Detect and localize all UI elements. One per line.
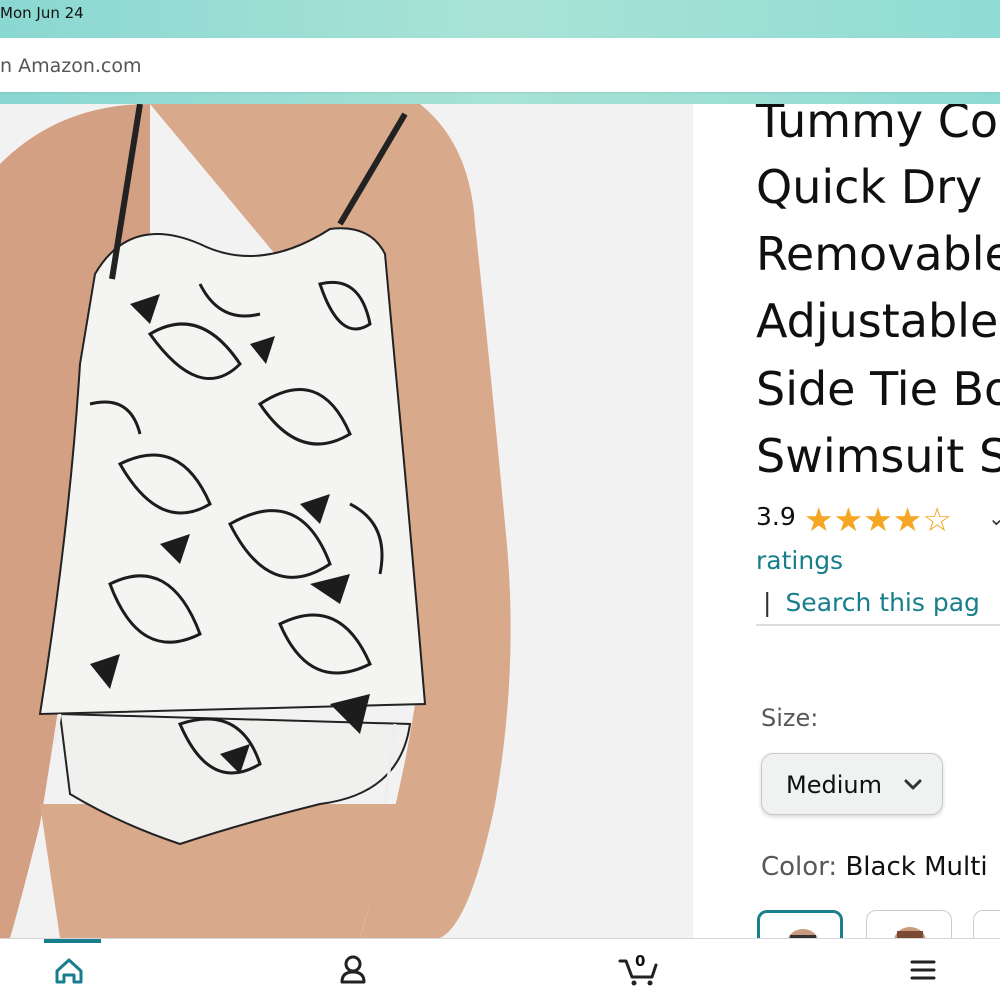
star-outline-icon: ☆ [922, 500, 952, 539]
color-label: Color: [761, 852, 838, 882]
home-icon [55, 958, 83, 984]
product-title-line: Quick Dry [756, 160, 983, 214]
separator: | [763, 588, 772, 617]
bottom-navigation: 0 [0, 938, 1000, 1001]
rating-stars[interactable]: ★★★★☆ [804, 500, 952, 539]
status-bar: Mon Jun 24 [0, 0, 1000, 36]
star-icon: ★ [804, 500, 834, 539]
color-selected-value: Black Multi [845, 852, 988, 882]
nav-cart-button[interactable]: 0 [598, 939, 678, 1001]
size-selected-value: Medium [786, 771, 882, 799]
account-icon [340, 955, 366, 984]
product-details: Tummy Co Quick Dry Removable Adjustable … [693, 104, 1000, 938]
nav-account-button[interactable] [313, 939, 393, 1001]
menu-icon [910, 960, 936, 980]
cart-icon [618, 959, 658, 986]
color-swatch[interactable] [973, 910, 1000, 938]
product-image[interactable] [0, 104, 693, 938]
swatch-thumbnail [894, 927, 926, 938]
size-label: Size: [761, 704, 819, 732]
product-title-line: Removable [756, 227, 1000, 281]
divider [756, 624, 1000, 626]
rating-value: 3.9 [756, 502, 796, 531]
color-swatch[interactable] [866, 910, 952, 938]
search-this-page-link[interactable]: | Search this pag [763, 588, 980, 617]
size-dropdown[interactable]: Medium [761, 753, 943, 815]
swatch-thumbnail [788, 929, 818, 938]
product-photo-illustration [0, 104, 511, 938]
star-icon: ★ [833, 500, 864, 539]
nav-home-button[interactable] [28, 939, 108, 1001]
cart-count: 0 [635, 952, 646, 970]
chevron-down-icon[interactable]: ⌄ [988, 506, 1000, 530]
color-row: Color: Black Multi [761, 852, 988, 882]
product-title-line: Swimsuit S [756, 429, 1000, 483]
search-bar[interactable]: n Amazon.com [0, 38, 1000, 92]
ratings-link[interactable]: ratings [756, 546, 843, 575]
search-this-page-label[interactable]: Search this pag [785, 588, 979, 617]
chevron-down-icon [904, 779, 922, 790]
product-title-line: Tummy Co [756, 104, 998, 148]
search-input-text[interactable]: n Amazon.com [0, 55, 142, 77]
product-title-line: Side Tie Bo [756, 362, 1000, 416]
color-swatch-selected[interactable] [757, 910, 843, 938]
star-icon: ★ [892, 500, 923, 539]
product-title-line: Adjustable [756, 294, 999, 348]
nav-menu-button[interactable] [883, 939, 963, 1001]
star-icon: ★ [863, 500, 893, 539]
status-time: Mon Jun 24 [0, 4, 84, 22]
